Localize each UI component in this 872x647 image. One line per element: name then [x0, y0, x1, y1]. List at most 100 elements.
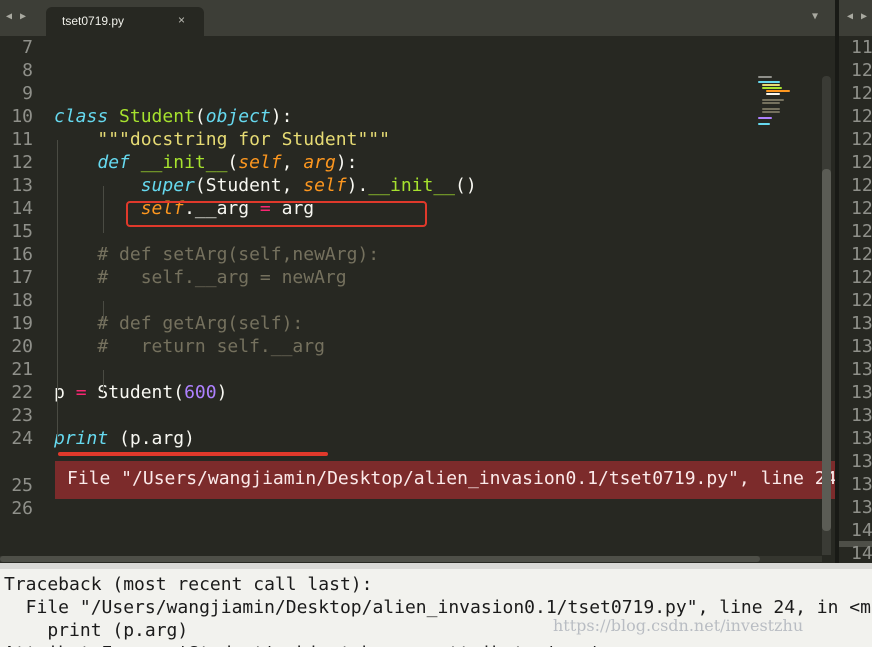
secondary-line-number: 12 — [851, 290, 872, 311]
code-token: 600 — [184, 382, 217, 403]
code-token: object — [205, 106, 271, 127]
secondary-line-number: 12 — [851, 83, 872, 104]
console-line: Traceback (most recent call last): — [4, 574, 373, 595]
secondary-line-number: 13 — [851, 336, 872, 357]
line-number: 20 — [11, 336, 33, 357]
code-line[interactable]: class Student(object): — [54, 105, 292, 128]
error-phantom: File "/Users/wangjiamin/Desktop/alien_in… — [55, 461, 835, 499]
vertical-scrollbar-thumb[interactable] — [822, 169, 831, 531]
tab-nav-arrows[interactable]: ◀ ▶ — [6, 11, 27, 22]
line-number: 19 — [11, 313, 33, 334]
console-line: AttributeError: 'Student' object has no … — [4, 642, 600, 647]
tab-label: tset0719.py — [62, 14, 125, 28]
secondary-line-number: 12 — [851, 221, 872, 242]
code-line[interactable]: super(Student, self).__init__() — [54, 174, 477, 197]
code-token: (p.arg) — [108, 428, 195, 449]
line-number: 25 — [11, 475, 33, 496]
code-token: __init__ — [368, 175, 456, 196]
line-number: 26 — [11, 498, 33, 519]
line-number: 8 — [22, 60, 33, 81]
code-token: # self.__arg = newArg — [97, 267, 347, 288]
line-number: 18 — [11, 290, 33, 311]
secondary-line-number: 13 — [851, 359, 872, 380]
build-output-panel: https://blog.csdn.net/investzhu Tracebac… — [0, 569, 872, 647]
tab-tset0719[interactable]: tset0719.py × — [46, 7, 204, 36]
tab-dropdown-icon[interactable]: ▼ — [812, 11, 818, 22]
minimap[interactable] — [756, 76, 820, 136]
indent-guide — [103, 370, 104, 393]
line-number: 24 — [11, 428, 33, 449]
code-token: arg — [303, 152, 336, 173]
line-number: 14 — [11, 198, 33, 219]
code-line[interactable]: # self.__arg = newArg — [54, 266, 347, 289]
secondary-line-number: 13 — [851, 428, 872, 449]
underline-annotation — [58, 452, 328, 456]
indent-guide — [57, 140, 58, 441]
code-line[interactable]: # def getArg(self): — [54, 312, 303, 335]
code-line[interactable]: """docstring for Student""" — [54, 128, 390, 151]
code-token: self — [303, 175, 347, 196]
secondary-line-number: 13 — [851, 382, 872, 403]
horizontal-scrollbar-thumb[interactable] — [0, 556, 760, 562]
code-token: ): — [335, 152, 358, 173]
code-token: Student — [119, 106, 195, 127]
code-token: , — [281, 152, 304, 173]
code-token: # return self.__arg — [97, 336, 325, 357]
line-number: 9 — [22, 83, 33, 104]
secondary-editor-pane[interactable]: ◀ ▶ 11 12 12 12 12 12 12 12 12 12 12 12 13 13 13 13 13 13… — [839, 0, 872, 563]
code-token: def — [97, 152, 130, 173]
code-token: super — [140, 175, 195, 196]
secondary-line-number: 13 — [851, 497, 872, 518]
secondary-tab-nav-arrows[interactable]: ◀ ▶ — [847, 11, 868, 22]
code-token: self — [238, 152, 282, 173]
code-token: """docstring for Student""" — [97, 129, 390, 150]
code-token: = — [75, 382, 87, 403]
secondary-line-number: 12 — [851, 198, 872, 219]
line-number: 15 — [11, 221, 33, 242]
code-line[interactable]: p = Student(600) — [54, 381, 227, 404]
console-line: print (p.arg) — [4, 620, 189, 641]
code-token: class — [54, 106, 109, 127]
tab-bar: ◀ ▶ tset0719.py × ▼ — [0, 0, 872, 36]
secondary-line-number: 14 — [851, 543, 872, 563]
code-token: # def getArg(self): — [97, 313, 304, 334]
indent-guide — [103, 186, 104, 233]
close-icon[interactable]: × — [178, 13, 185, 27]
secondary-line-number: 13 — [851, 405, 872, 426]
secondary-line-number: 12 — [851, 129, 872, 150]
highlight-annotation-box — [126, 201, 427, 227]
secondary-line-number: 12 — [851, 60, 872, 81]
line-number: 12 — [11, 152, 33, 173]
code-line[interactable]: # return self.__arg — [54, 335, 325, 358]
code-token: print — [54, 428, 109, 449]
error-phantom-text: File "/Users/wangjiamin/Desktop/alien_in… — [67, 468, 835, 489]
line-number: 10 — [11, 106, 33, 127]
line-number: 16 — [11, 244, 33, 265]
line-number: 13 — [11, 175, 33, 196]
code-token: ( — [194, 106, 206, 127]
indent-guide — [103, 301, 104, 324]
secondary-line-number: 11 — [851, 37, 872, 58]
secondary-line-number: 13 — [851, 313, 872, 334]
console-line: File "/Users/wangjiamin/Desktop/alien_in… — [4, 597, 872, 618]
code-line[interactable]: print (p.arg) — [54, 427, 195, 450]
code-line[interactable]: def __init__(self, arg): — [54, 151, 358, 174]
code-token: ). — [346, 175, 369, 196]
secondary-line-number: 13 — [851, 451, 872, 472]
code-token: # def setArg(self,newArg): — [97, 244, 380, 265]
code-editor[interactable]: 7 8 9 10 11 12 13 14 15 16 17 18 19 20 21 22 23 24 25 26 cl… — [0, 36, 835, 555]
secondary-line-number: 12 — [851, 175, 872, 196]
code-token: ) — [216, 382, 228, 403]
line-number: 23 — [11, 405, 33, 426]
secondary-line-number: 12 — [851, 106, 872, 127]
code-line[interactable]: # def setArg(self,newArg): — [54, 243, 379, 266]
line-number: 17 — [11, 267, 33, 288]
code-token: Student( — [86, 382, 185, 403]
code-token: ): — [270, 106, 293, 127]
